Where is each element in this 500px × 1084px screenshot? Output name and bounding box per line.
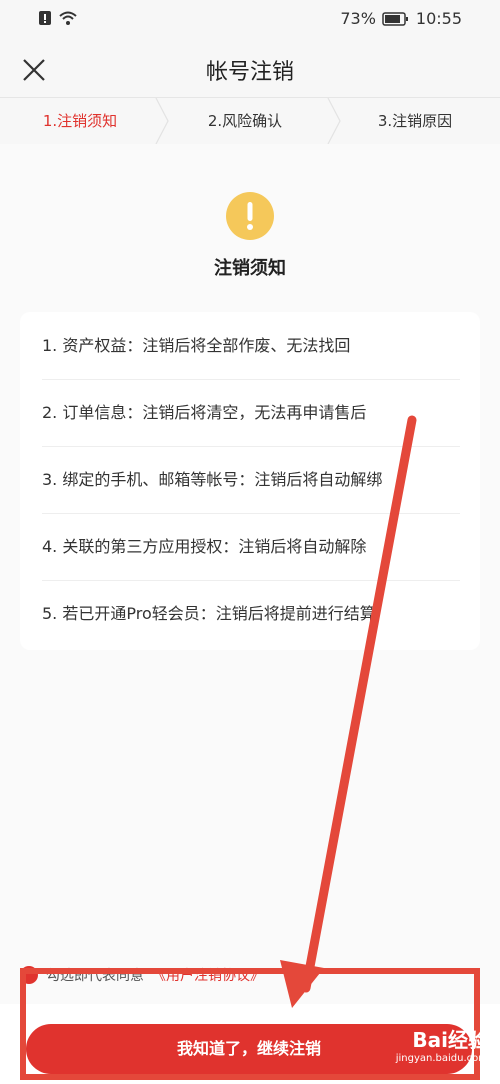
notice-title: 注销须知 [214,258,286,279]
notice-item: 3. 绑定的手机、邮箱等帐号：注销后将自动解绑 [42,446,460,514]
agreement-text: 勾选即代表同意 [46,968,144,984]
agreement-checkbox[interactable] [20,966,38,984]
bottom-panel: 我知道了，继续注销 [0,1004,500,1084]
step-notice[interactable]: 1.注销须知 [0,98,160,144]
exclamation-icon [226,192,274,240]
notice-item: 4. 关联的第三方应用授权：注销后将自动解除 [42,513,460,581]
wifi-icon [59,11,77,25]
status-bar: 73% 10:55 [0,0,500,38]
page-title: 帐号注销 [205,60,294,85]
clock: 10:55 [415,9,462,28]
main-content: 注销须知 1. 资产权益：注销后将全部作废、无法找回 2. 订单信息：注销后将清… [0,144,500,1004]
notice-card: 1. 资产权益：注销后将全部作废、无法找回 2. 订单信息：注销后将清空，无法再… [20,312,480,650]
status-right: 73% 10:55 [340,9,462,28]
step-reason[interactable]: 3.注销原因 [330,98,500,144]
battery-icon [382,11,408,26]
agreement-link[interactable]: 《用户注销协议》 [152,965,264,985]
notice-item: 5. 若已开通Pro轻会员：注销后将提前进行结算 [42,604,376,623]
step-indicator: 1.注销须知 2.风险确认 3.注销原因 [0,97,500,145]
notice-item: 1. 资产权益：注销后将全部作废、无法找回 [42,312,460,380]
agreement-row: 勾选即代表同意 《用户注销协议》 [20,963,264,987]
nav-bar: 帐号注销 [0,38,500,98]
status-left [38,10,78,26]
step-risk[interactable]: 2.风险确认 [160,98,330,144]
continue-button[interactable]: 我知道了，继续注销 [26,1024,472,1074]
notice-item: 2. 订单信息：注销后将清空，无法再申请售后 [42,379,460,447]
battery-percent: 73% [340,9,376,28]
sim-alert-icon [39,11,51,25]
